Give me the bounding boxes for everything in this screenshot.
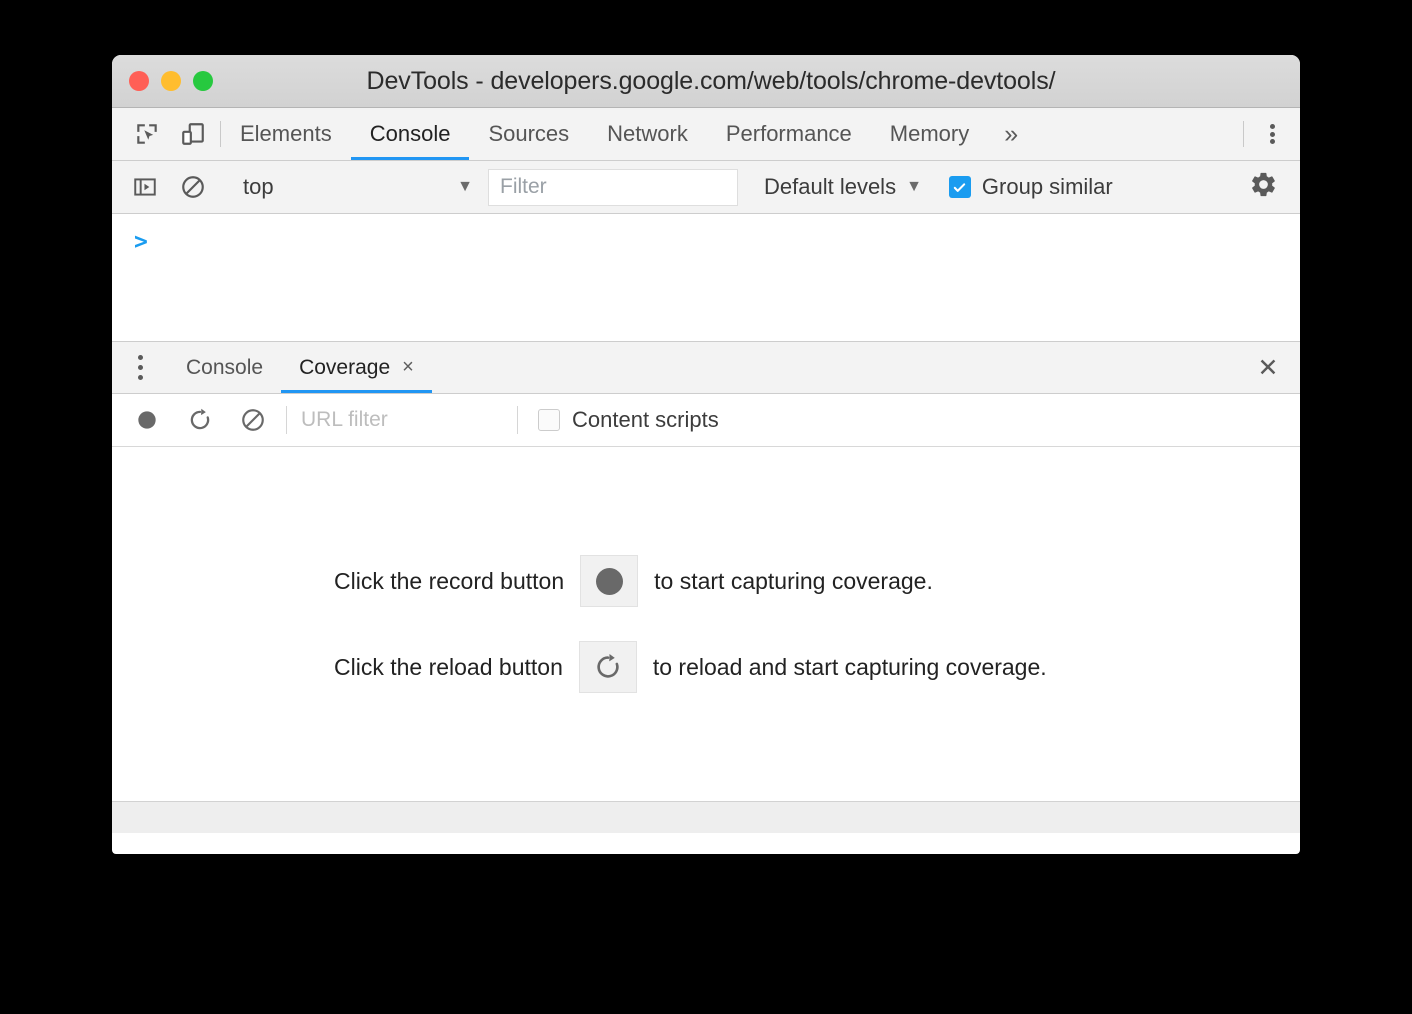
kebab-dot bbox=[1269, 124, 1275, 129]
reload-icon[interactable] bbox=[578, 641, 637, 693]
clear-console-icon[interactable] bbox=[178, 172, 208, 202]
panel-tabs: Elements Console Sources Network Perform… bbox=[221, 108, 1034, 160]
customize-and-control-icon[interactable] bbox=[1244, 108, 1300, 160]
kebab-dot bbox=[137, 365, 143, 370]
console-prompt-chevron: > bbox=[134, 229, 148, 255]
drawer-tab-coverage[interactable]: Coverage × bbox=[281, 342, 432, 393]
clear-icon[interactable] bbox=[238, 405, 268, 435]
coverage-hint-reload: Click the reload button to reload and st… bbox=[334, 641, 1300, 693]
content-scripts-label: Content scripts bbox=[572, 407, 719, 432]
record-icon[interactable] bbox=[132, 405, 162, 435]
log-level-selector[interactable]: Default levels ▼ bbox=[764, 174, 922, 200]
hint-text-after: to reload and start capturing coverage. bbox=[652, 653, 1047, 680]
drawer-tabbar: Console Coverage × ✕ bbox=[112, 341, 1300, 394]
close-window-button[interactable] bbox=[129, 71, 149, 91]
tab-overflow-button[interactable]: » bbox=[988, 108, 1034, 160]
group-similar-checkbox[interactable] bbox=[948, 176, 971, 198]
more-options-icon[interactable] bbox=[112, 342, 168, 393]
coverage-toolbar-icons bbox=[132, 405, 268, 435]
record-icon[interactable] bbox=[580, 555, 639, 607]
url-filter-placeholder: URL filter bbox=[301, 408, 388, 431]
gear-icon bbox=[1249, 170, 1278, 204]
console-toolbar: top ▼ Filter Default levels ▼ Group simi… bbox=[112, 161, 1300, 214]
console-filter-placeholder: Filter bbox=[500, 175, 547, 198]
tabbar-right bbox=[1243, 108, 1300, 160]
inspect-element-icon[interactable] bbox=[132, 119, 162, 149]
minimize-window-button[interactable] bbox=[161, 71, 181, 91]
drawer-tab-label: Console bbox=[186, 355, 264, 379]
url-filter-input[interactable]: URL filter bbox=[287, 408, 499, 432]
chevron-down-icon: ▼ bbox=[457, 178, 473, 195]
tabbar-left-icons bbox=[112, 108, 220, 160]
reload-icon[interactable] bbox=[185, 405, 215, 435]
tab-memory[interactable]: Memory bbox=[871, 108, 988, 160]
main-tabbar: Elements Console Sources Network Perform… bbox=[112, 108, 1300, 161]
execution-context-selector[interactable]: top ▼ bbox=[225, 174, 487, 200]
console-filter-input[interactable]: Filter bbox=[488, 168, 738, 206]
execution-context-value: top bbox=[243, 174, 274, 199]
console-output-area[interactable]: > bbox=[112, 214, 1300, 341]
record-dot bbox=[595, 567, 623, 595]
hint-text-before: Click the reload button bbox=[334, 653, 563, 680]
tab-sources[interactable]: Sources bbox=[469, 108, 588, 160]
window-title: DevTools - developers.google.com/web/too… bbox=[366, 66, 1056, 95]
console-sidebar-icon[interactable] bbox=[130, 172, 160, 202]
log-level-label: Default levels bbox=[764, 174, 897, 199]
kebab-dot bbox=[1269, 131, 1275, 137]
coverage-hint-record: Click the record button to start capturi… bbox=[334, 555, 1300, 607]
content-scripts-toggle[interactable]: Content scripts bbox=[518, 407, 719, 433]
kebab-dot bbox=[1269, 139, 1275, 144]
zoom-window-button[interactable] bbox=[193, 71, 213, 91]
tab-console[interactable]: Console bbox=[350, 108, 470, 160]
hint-text-after: to start capturing coverage. bbox=[654, 567, 933, 594]
kebab-dot bbox=[137, 375, 143, 380]
drawer-tab-console[interactable]: Console bbox=[168, 342, 281, 393]
group-similar-label: Group similar bbox=[981, 174, 1113, 199]
tab-network[interactable]: Network bbox=[588, 108, 707, 160]
close-icon[interactable]: × bbox=[402, 356, 414, 379]
coverage-toolbar: URL filter Content scripts bbox=[112, 394, 1300, 447]
window-titlebar: DevTools - developers.google.com/web/too… bbox=[112, 55, 1300, 108]
traffic-lights bbox=[129, 71, 213, 91]
tab-performance[interactable]: Performance bbox=[707, 108, 871, 160]
drawer-tab-label: Coverage bbox=[299, 355, 391, 379]
kebab-dot bbox=[137, 355, 143, 360]
device-toolbar-icon[interactable] bbox=[178, 119, 208, 149]
chevron-down-icon: ▼ bbox=[906, 178, 922, 195]
coverage-empty-state: Click the record button to start capturi… bbox=[112, 447, 1300, 801]
console-settings-button[interactable] bbox=[1249, 170, 1300, 204]
hint-text-before: Click the record button bbox=[334, 567, 565, 594]
group-similar-toggle[interactable]: Group similar bbox=[948, 174, 1113, 200]
window-statusbar bbox=[112, 801, 1300, 833]
content-scripts-checkbox[interactable] bbox=[538, 409, 560, 431]
close-drawer-button[interactable]: ✕ bbox=[1236, 342, 1300, 393]
tab-elements[interactable]: Elements bbox=[221, 108, 351, 160]
devtools-window: DevTools - developers.google.com/web/too… bbox=[112, 55, 1300, 854]
